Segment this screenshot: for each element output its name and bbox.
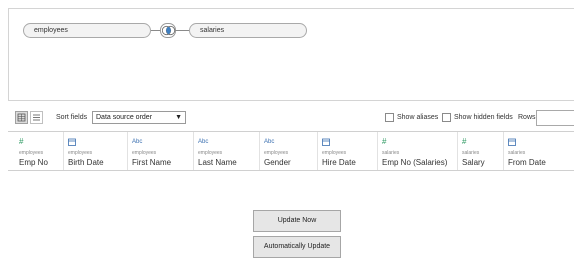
column-source: employees — [264, 150, 289, 156]
column-header-emp-no-salaries[interactable]: # salaries Emp No (Salaries) — [378, 132, 458, 170]
table-pill-employees[interactable]: employees — [23, 23, 151, 38]
column-name: From Date — [508, 158, 546, 167]
column-name: Emp No (Salaries) — [382, 158, 448, 167]
column-name: First Name — [132, 158, 172, 167]
grid-toolbar: Sort fields Data source order ▼ Show ali… — [8, 108, 574, 130]
column-name: Last Name — [198, 158, 237, 167]
column-name: Birth Date — [68, 158, 104, 167]
number-type-icon[interactable]: # — [462, 138, 466, 146]
column-source: employees — [19, 150, 44, 156]
column-name: Emp No — [19, 158, 48, 167]
update-now-button[interactable]: Update Now — [253, 210, 341, 232]
number-type-icon[interactable]: # — [382, 138, 386, 146]
date-type-icon[interactable] — [508, 138, 516, 148]
column-source: employees — [198, 150, 223, 156]
show-hidden-fields-label: Show hidden fields — [454, 114, 513, 121]
table-pill-salaries[interactable]: salaries — [189, 23, 307, 38]
rows-label: Rows — [518, 114, 536, 121]
column-name: Salary — [462, 158, 485, 167]
string-type-icon[interactable]: Abc — [198, 138, 208, 146]
number-type-icon[interactable]: # — [19, 138, 23, 146]
column-header-emp-no[interactable]: # employees Emp No — [15, 132, 64, 170]
sort-fields-value: Data source order — [96, 114, 153, 121]
string-type-icon[interactable]: Abc — [264, 138, 274, 146]
column-header-salary[interactable]: # salaries Salary — [458, 132, 504, 170]
join-connector — [175, 30, 189, 31]
column-source: employees — [132, 150, 157, 156]
column-header-hire-date[interactable]: employees Hire Date — [318, 132, 378, 170]
column-source: salaries — [508, 150, 526, 156]
date-type-icon[interactable] — [68, 138, 76, 148]
automatically-update-button[interactable]: Automatically Update — [253, 236, 341, 258]
show-aliases-label: Show aliases — [397, 114, 439, 121]
rows-input[interactable] — [536, 110, 574, 126]
sort-fields-label: Sort fields — [56, 114, 88, 121]
grid-view-button[interactable] — [15, 111, 28, 124]
column-source: employees — [68, 150, 93, 156]
chevron-down-icon: ▼ — [175, 114, 182, 121]
column-header-from-date[interactable]: salaries From Date — [504, 132, 574, 170]
column-name: Gender — [264, 158, 291, 167]
column-source: salaries — [462, 150, 480, 156]
column-header-birth-date[interactable]: employees Birth Date — [64, 132, 128, 170]
show-hidden-fields-checkbox[interactable] — [442, 113, 451, 122]
inner-join-icon[interactable] — [160, 23, 176, 38]
column-source: salaries — [382, 150, 400, 156]
column-name: Hire Date — [322, 158, 356, 167]
column-header-last-name[interactable]: Abc employees Last Name — [194, 132, 260, 170]
column-header-first-name[interactable]: Abc employees First Name — [128, 132, 194, 170]
show-aliases-checkbox[interactable] — [385, 113, 394, 122]
join-canvas: employees salaries — [8, 8, 574, 101]
list-view-button[interactable] — [30, 111, 43, 124]
date-type-icon[interactable] — [322, 138, 330, 148]
column-source: employees — [322, 150, 347, 156]
grid-icon — [17, 113, 26, 122]
sort-fields-dropdown[interactable]: Data source order ▼ — [92, 111, 186, 124]
column-header-gender[interactable]: Abc employees Gender — [260, 132, 318, 170]
string-type-icon[interactable]: Abc — [132, 138, 142, 146]
list-icon — [33, 114, 40, 121]
data-grid-header: # employees Emp No employees Birth Date … — [8, 131, 574, 171]
table-name: salaries — [200, 27, 225, 34]
table-name: employees — [34, 27, 68, 34]
